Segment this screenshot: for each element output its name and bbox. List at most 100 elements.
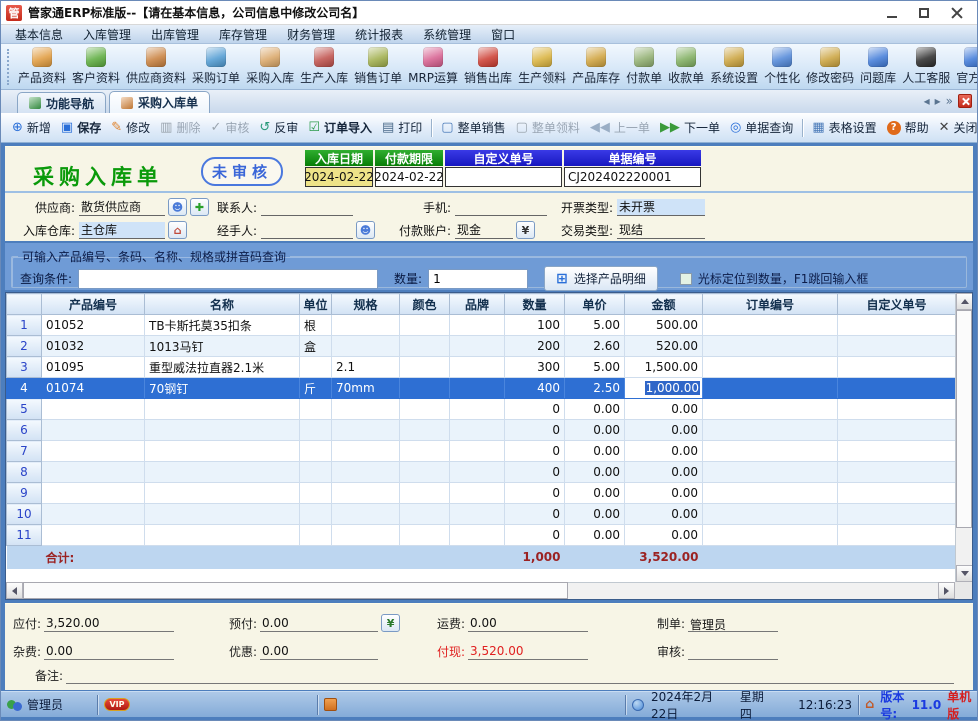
toolbar-button-4[interactable]: 采购订单 [189, 45, 243, 88]
action-button-6[interactable]: ↺反审 [254, 116, 303, 140]
grid-cell[interactable] [400, 315, 450, 336]
grid-cell[interactable] [703, 357, 838, 378]
vertical-scroll-thumb[interactable] [956, 310, 972, 528]
grid-cell[interactable] [838, 378, 956, 399]
grid-cell[interactable] [145, 483, 300, 504]
row-number-cell[interactable]: 11 [7, 525, 42, 546]
warehouse-lookup-button[interactable]: ⌂ [168, 221, 187, 239]
select-product-button[interactable]: ⊞ 选择产品明细 [544, 266, 658, 291]
grid-cell[interactable]: 5.00 [565, 315, 625, 336]
grid-cell[interactable]: 0 [505, 441, 565, 462]
grid-cell[interactable]: 0 [505, 399, 565, 420]
grid-cell[interactable] [400, 399, 450, 420]
tab-scroll-left-icon[interactable]: ◂ [924, 95, 930, 107]
action-button-1[interactable]: ⊕新增 [7, 116, 56, 140]
grid-cell[interactable] [400, 420, 450, 441]
maximize-button[interactable] [908, 3, 940, 23]
grid-cell[interactable]: 0 [505, 504, 565, 525]
grid-cell[interactable] [332, 462, 400, 483]
grid-cell[interactable]: 2.1 [332, 357, 400, 378]
grid-cell[interactable]: 0.00 [625, 399, 703, 420]
pay-account-field[interactable]: 现金 [455, 222, 513, 239]
grid-cell[interactable]: 0.00 [565, 462, 625, 483]
table-row-6[interactable]: 600.000.00 [7, 420, 956, 441]
scroll-right-button[interactable] [938, 582, 955, 599]
freight-field[interactable]: 0.00 [468, 616, 588, 632]
row-number-cell[interactable]: 1 [7, 315, 42, 336]
custom-no-field[interactable] [445, 167, 562, 187]
table-row-4[interactable]: 40107470钢钉斤70mm4002.501,000.00 [7, 378, 956, 399]
menu-item-3[interactable]: 出库管理 [141, 25, 209, 43]
supplier-lookup-button[interactable]: ☻ [168, 198, 187, 216]
grid-cell[interactable] [42, 504, 145, 525]
grid-column-header-5[interactable]: 颜色 [400, 294, 450, 315]
grid-cell[interactable] [332, 483, 400, 504]
table-row-10[interactable]: 1000.000.00 [7, 504, 956, 525]
grid-cell[interactable] [145, 420, 300, 441]
action-button-2[interactable]: ▣保存 [56, 116, 106, 140]
grid-cell[interactable] [332, 420, 400, 441]
grid-cell[interactable] [450, 336, 505, 357]
grid-cell[interactable]: 200 [505, 336, 565, 357]
grid-cell[interactable] [450, 441, 505, 462]
grid-cell[interactable] [145, 504, 300, 525]
toolbar-button-1[interactable]: 产品资料 [15, 45, 69, 88]
grid-cell[interactable] [42, 462, 145, 483]
toolbar-button-3[interactable]: 供应商资料 [123, 45, 189, 88]
amount-editor[interactable]: 1,000.00 [645, 381, 700, 395]
grid-cell[interactable] [300, 441, 332, 462]
grid-cell[interactable]: 300 [505, 357, 565, 378]
inbound-date-field[interactable]: 2024-02-22 [305, 167, 373, 187]
grid-cell[interactable] [450, 378, 505, 399]
misc-fee-field[interactable]: 0.00 [44, 644, 174, 660]
grid-cell[interactable]: 0.00 [625, 462, 703, 483]
grid-cell[interactable] [332, 441, 400, 462]
grid-column-header-10[interactable]: 订单编号 [703, 294, 838, 315]
grid-column-header-4[interactable]: 规格 [332, 294, 400, 315]
grid-cell[interactable]: 70钢钉 [145, 378, 300, 399]
grid-cell[interactable] [400, 525, 450, 546]
grid-cell[interactable] [332, 336, 400, 357]
toolbar-button-6[interactable]: 生产入库 [297, 45, 351, 88]
grid-cell[interactable] [838, 441, 956, 462]
grid-cell[interactable] [400, 504, 450, 525]
grid-cell[interactable]: 01074 [42, 378, 145, 399]
grid-cell[interactable]: 0 [505, 483, 565, 504]
grid-cell[interactable]: 01052 [42, 315, 145, 336]
table-row-7[interactable]: 700.000.00 [7, 441, 956, 462]
grid-cell[interactable] [400, 441, 450, 462]
grid-column-header-1[interactable]: 产品编号 [42, 294, 145, 315]
grid-cell[interactable] [450, 357, 505, 378]
table-row-3[interactable]: 301095重型威法拉直器2.1米2.13005.001,500.00 [7, 357, 956, 378]
menu-item-7[interactable]: 系统管理 [413, 25, 481, 43]
toolbar-button-14[interactable]: 系统设置 [707, 45, 761, 88]
grid-cell[interactable]: 1013马钉 [145, 336, 300, 357]
table-row-1[interactable]: 101052TB卡斯托莫35扣条根1005.00500.00 [7, 315, 956, 336]
row-number-cell[interactable]: 7 [7, 441, 42, 462]
grid-column-header-11[interactable]: 自定义单号 [838, 294, 956, 315]
minimize-button[interactable] [876, 3, 908, 23]
action-button-16[interactable]: ▦表格设置 [807, 116, 881, 140]
grid-cell[interactable]: 2.60 [565, 336, 625, 357]
grid-cell[interactable]: 1,000.00 [625, 378, 703, 399]
bill-no-field[interactable]: CJ202402220001 [564, 167, 701, 187]
quantity-input[interactable] [428, 269, 528, 289]
grid-cell[interactable] [703, 462, 838, 483]
pay-account-yen-button[interactable]: ¥ [516, 221, 535, 239]
toolbar-button-9[interactable]: 销售出库 [461, 45, 515, 88]
grid-cell[interactable] [838, 525, 956, 546]
grid-cell[interactable] [42, 483, 145, 504]
toolbar-button-15[interactable]: 个性化 [761, 45, 803, 88]
grid-cell[interactable] [703, 420, 838, 441]
menu-item-8[interactable]: 窗口 [481, 25, 525, 43]
grid-cell[interactable] [145, 462, 300, 483]
grid-cell[interactable]: 0.00 [565, 504, 625, 525]
grid-cell[interactable] [145, 399, 300, 420]
toolbar-button-8[interactable]: MRP运算 [405, 45, 461, 88]
vertical-scrollbar[interactable] [955, 293, 972, 582]
tab-scroll-right-icon[interactable]: ▸ [935, 95, 941, 107]
grid-cell[interactable] [145, 441, 300, 462]
grid-cell[interactable] [42, 420, 145, 441]
table-row-11[interactable]: 1100.000.00 [7, 525, 956, 546]
grid-column-header-7[interactable]: 数量 [505, 294, 565, 315]
